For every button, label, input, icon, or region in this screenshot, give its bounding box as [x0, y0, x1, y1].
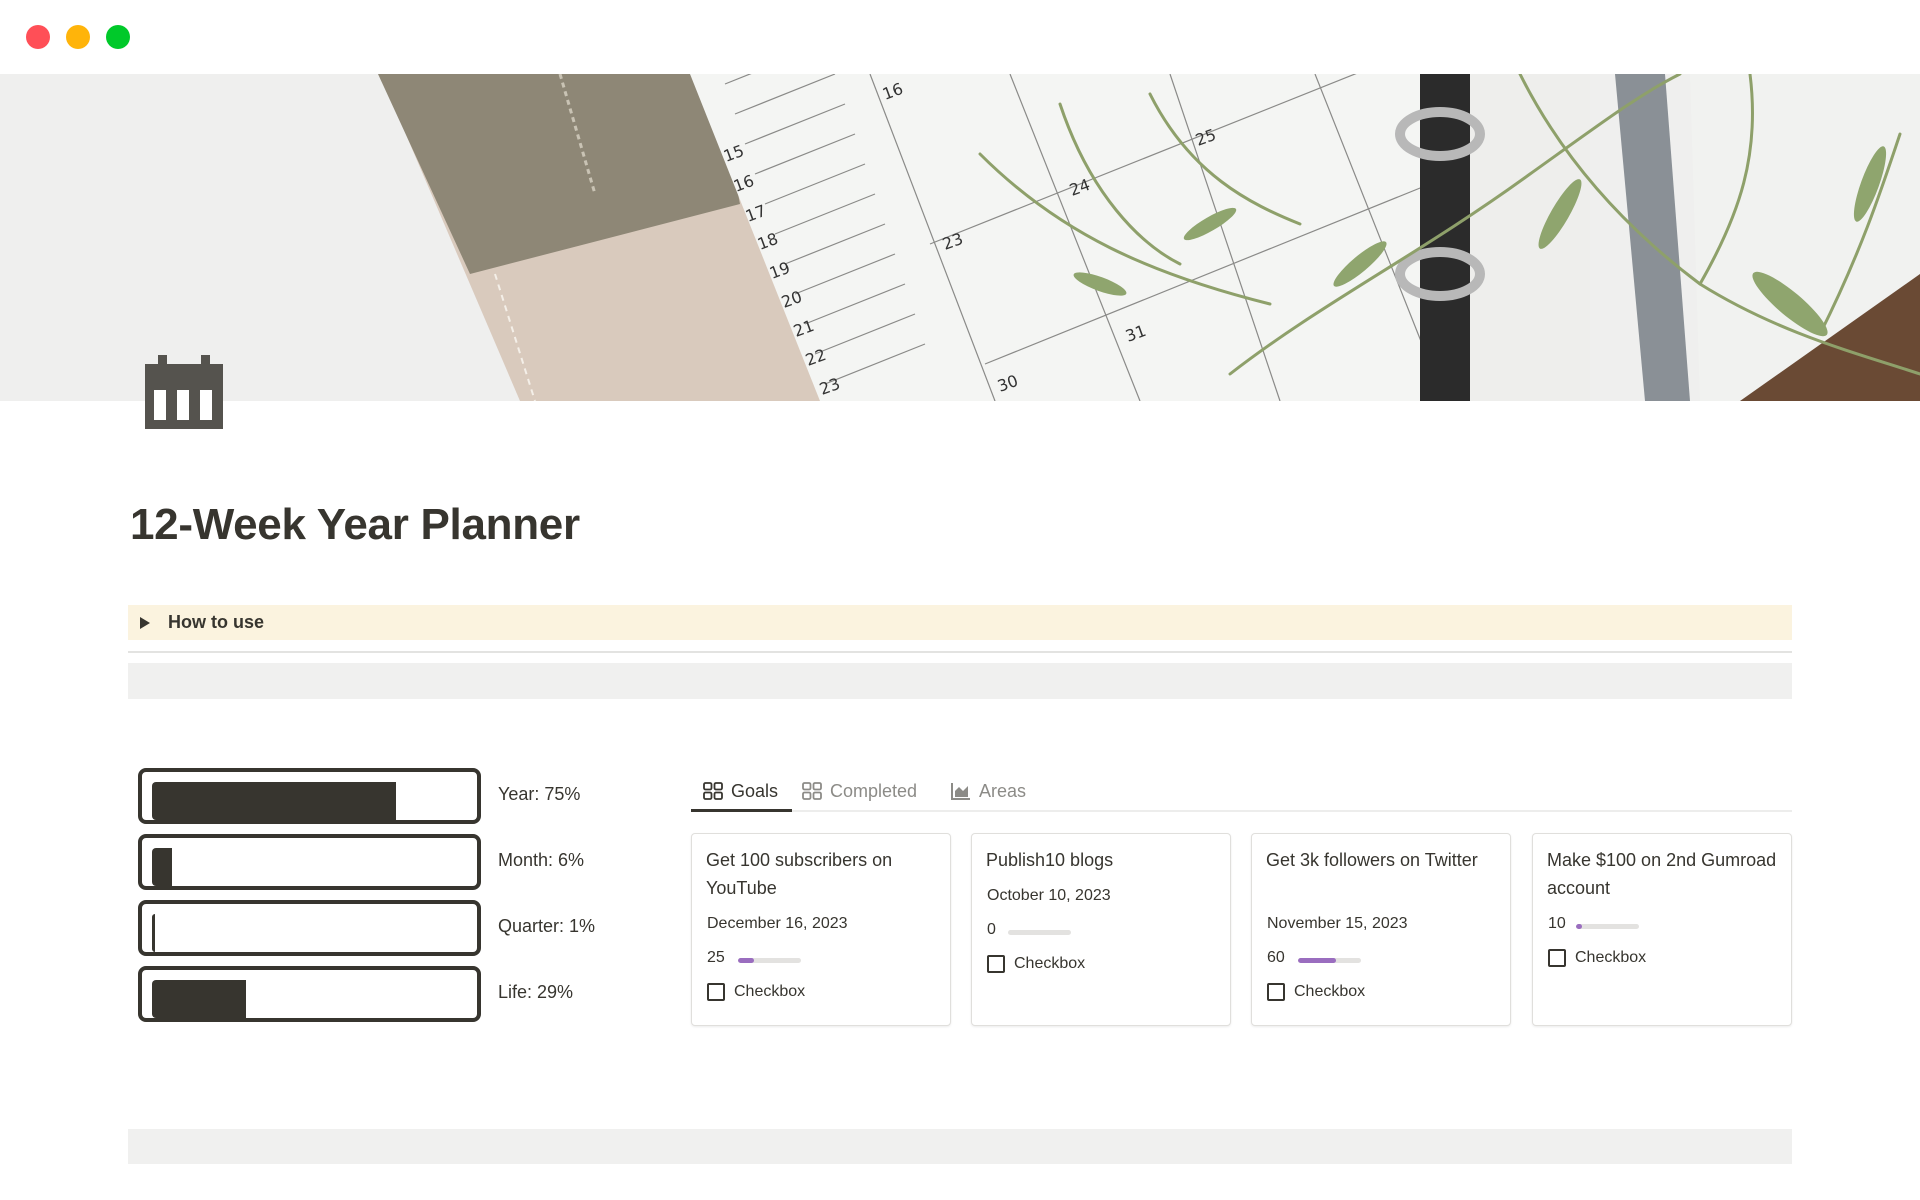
close-window-button[interactable]	[26, 25, 50, 49]
goal-card[interactable]: Make $100 on 2nd Gumroad account 10 Chec…	[1532, 833, 1792, 1026]
tab-goals[interactable]: Goals	[703, 770, 778, 812]
active-tab-indicator	[691, 809, 792, 812]
progress-bar-fill	[152, 914, 155, 952]
checkbox-icon[interactable]	[707, 983, 725, 1001]
gallery-icon	[703, 782, 723, 800]
progress-bar-frame	[138, 966, 481, 1022]
card-progress-value: 10	[1548, 915, 1566, 932]
progress-label: Month: 6%	[498, 850, 585, 870]
card-checkbox[interactable]: Checkbox	[1548, 949, 1646, 967]
how-to-use-toggle[interactable]: How to use	[128, 605, 1792, 640]
progress-month: Month: 6%	[138, 834, 658, 890]
divider	[128, 651, 1792, 653]
minimize-window-button[interactable]	[66, 25, 90, 49]
progress-bar-fill	[152, 980, 246, 1018]
card-progress-value: 25	[707, 949, 725, 966]
card-title: Make $100 on 2nd Gumroad account	[1547, 850, 1777, 898]
card-progress-bar	[1576, 924, 1639, 929]
checkbox-label: Checkbox	[1014, 955, 1086, 972]
progress-label: Quarter: 1%	[498, 916, 596, 936]
toggle-label: How to use	[168, 612, 265, 632]
checkbox-icon[interactable]	[1267, 983, 1285, 1001]
card-title: Get 3k followers on Twitter	[1266, 850, 1478, 870]
card-progress-fill	[738, 958, 754, 963]
card-checkbox[interactable]: Checkbox	[1267, 983, 1365, 1001]
empty-callout-block	[128, 663, 1792, 699]
card-progress-bar	[738, 958, 801, 963]
tab-label: Goals	[731, 780, 779, 801]
progress-bar-fill	[152, 782, 396, 820]
maximize-window-button[interactable]	[106, 25, 130, 49]
goal-card[interactable]: Publish10 blogs October 10, 2023 0 Check…	[971, 833, 1231, 1026]
cover-illustration: 15 16 17 18 19 20 21 22 23 16 23 24 25 3…	[0, 74, 1920, 401]
calendar-icon[interactable]	[145, 355, 223, 429]
checkbox-label: Checkbox	[1575, 949, 1647, 966]
card-progress-fill	[1576, 924, 1582, 929]
progress-year: Year: 75%	[138, 768, 658, 824]
card-progress-value: 60	[1267, 949, 1285, 966]
tab-label: Areas	[979, 780, 1027, 801]
card-date: December 16, 2023	[707, 915, 848, 932]
card-title: Publish10 blogs	[986, 850, 1114, 870]
goal-card[interactable]: Get 3k followers on Twitter November 15,…	[1251, 833, 1511, 1026]
card-progress-value: 0	[987, 921, 996, 938]
page-title: 12-Week Year Planner	[130, 500, 580, 549]
tab-completed[interactable]: Completed	[802, 770, 917, 812]
card-checkbox[interactable]: Checkbox	[707, 983, 805, 1001]
card-progress-bar	[1298, 958, 1361, 963]
card-checkbox[interactable]: Checkbox	[987, 955, 1085, 973]
card-progress-bar	[1008, 930, 1071, 935]
progress-bar-frame	[138, 834, 481, 890]
progress-bar-fill	[152, 848, 172, 886]
window-titlebar	[0, 0, 1920, 74]
checkbox-icon[interactable]	[987, 955, 1005, 973]
empty-block	[128, 1129, 1792, 1164]
progress-label: Year: 75%	[498, 784, 581, 804]
card-title: Get 100 subscribers on YouTube	[706, 850, 893, 898]
card-date: October 10, 2023	[987, 887, 1111, 904]
checkbox-label: Checkbox	[1294, 983, 1366, 1000]
progress-bar-frame	[138, 768, 481, 824]
cover-image: 15 16 17 18 19 20 21 22 23 16 23 24 25 3…	[0, 74, 1920, 401]
progress-quarter: Quarter: 1%	[138, 900, 658, 956]
gallery-icon	[802, 782, 822, 800]
progress-label: Life: 29%	[498, 982, 574, 1002]
card-date: November 15, 2023	[1267, 915, 1408, 932]
area-chart-icon	[951, 782, 971, 800]
view-tabs: Goals Completed Areas	[691, 770, 1792, 812]
checkbox-label: Checkbox	[734, 983, 806, 1000]
tab-areas[interactable]: Areas	[951, 770, 1026, 812]
toggle-triangle-icon[interactable]	[140, 616, 150, 629]
goal-card[interactable]: Get 100 subscribers on YouTube December …	[691, 833, 951, 1026]
checkbox-icon[interactable]	[1548, 949, 1566, 967]
card-progress-fill	[1298, 958, 1336, 963]
progress-life: Life: 29%	[138, 966, 658, 1022]
tab-label: Completed	[830, 780, 918, 801]
progress-bar-frame	[138, 900, 481, 956]
